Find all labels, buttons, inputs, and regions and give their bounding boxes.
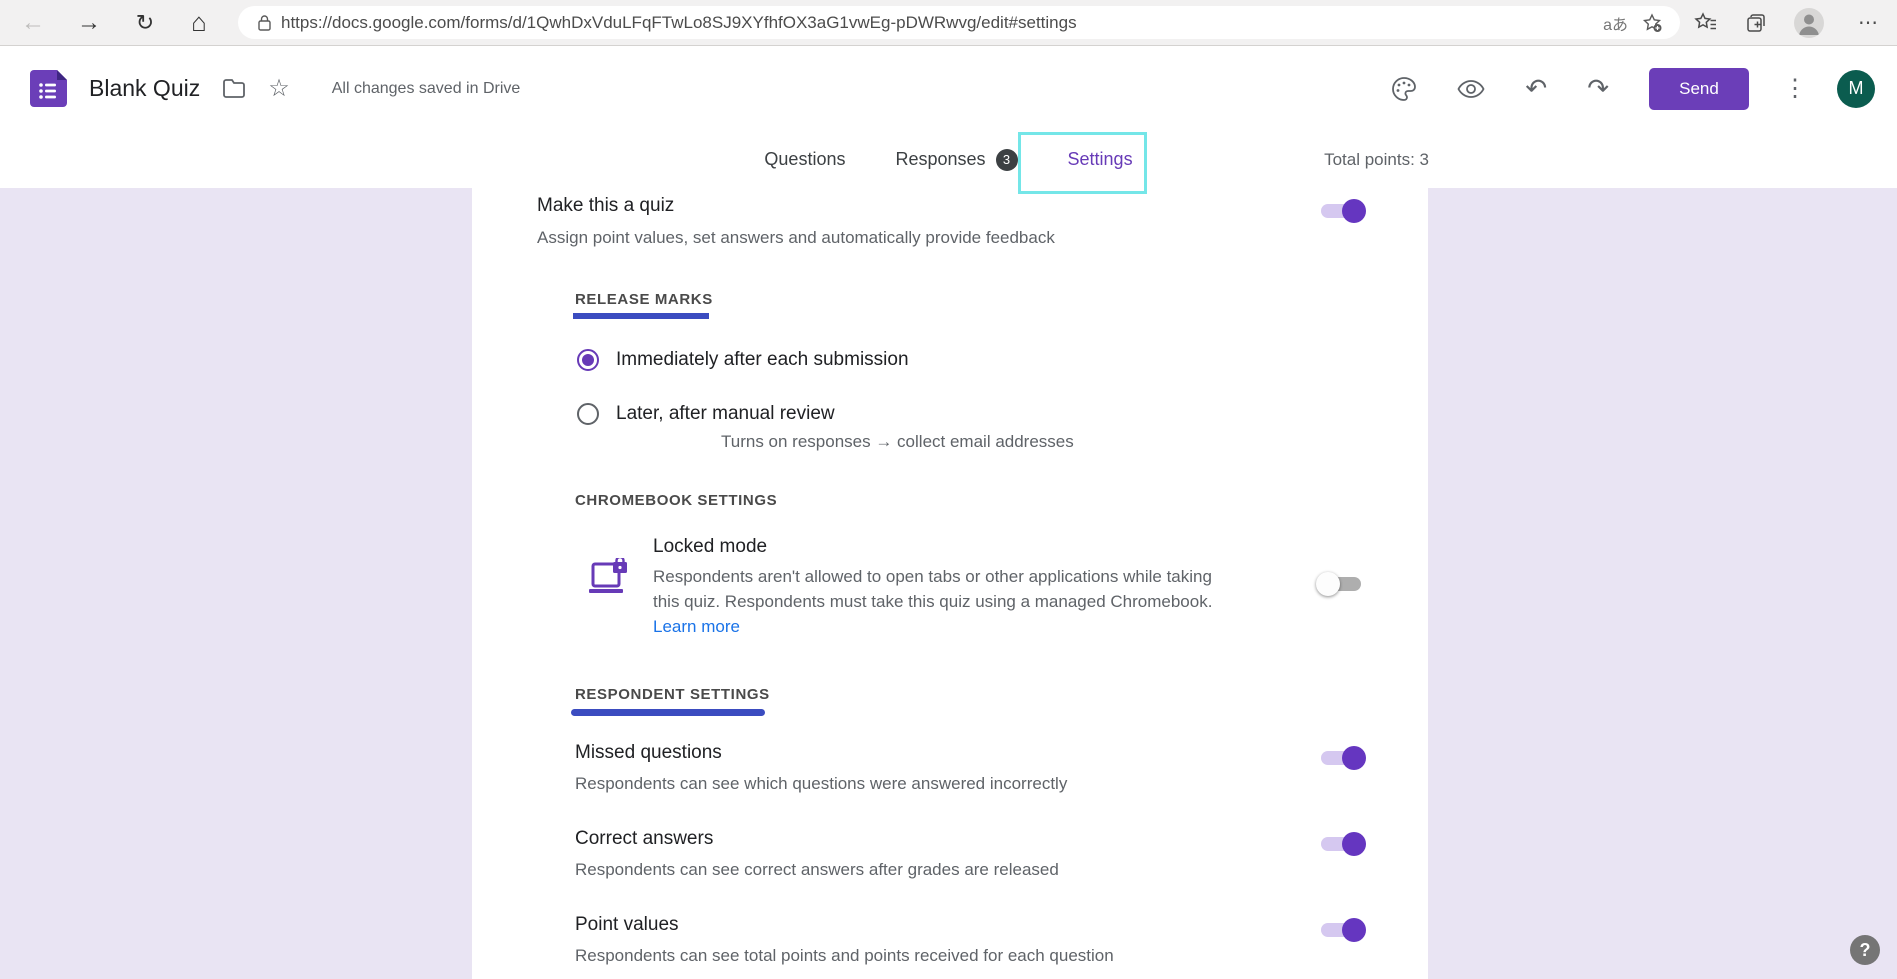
tab-settings[interactable]: Settings	[1062, 149, 1139, 170]
release-marks-underline-annotation	[573, 313, 709, 319]
missed-questions-title: Missed questions	[575, 742, 1067, 764]
release-marks-heading: RELEASE MARKS	[575, 291, 713, 308]
document-title[interactable]: Blank Quiz	[89, 75, 200, 102]
account-avatar[interactable]: M	[1837, 70, 1875, 108]
favorites-icon[interactable]	[1694, 12, 1718, 34]
toggle-knob	[1316, 572, 1340, 596]
add-favorite-icon[interactable]	[1642, 13, 1662, 33]
page: ← → ↻ ⌂ https://docs.google.com/forms/d/…	[0, 0, 1897, 979]
preview-eye-icon[interactable]	[1457, 79, 1485, 99]
radio-later[interactable]	[577, 403, 599, 425]
missed-questions-row: Missed questions Respondents can see whi…	[575, 742, 1364, 794]
browser-menu-icon[interactable]: ⋯	[1858, 10, 1879, 35]
chromebook-settings-heading: CHROMEBOOK SETTINGS	[575, 492, 1428, 509]
saved-status: All changes saved in Drive	[332, 80, 521, 98]
correct-answers-description: Respondents can see correct answers afte…	[575, 860, 1059, 880]
responses-count-badge: 3	[996, 149, 1018, 171]
respondent-settings-heading: RESPONDENT SETTINGS	[575, 686, 770, 703]
tab-settings-label: Settings	[1068, 149, 1133, 170]
release-marks-options: Immediately after each submission Later,…	[577, 349, 1428, 452]
star-icon[interactable]: ☆	[268, 74, 290, 103]
back-icon[interactable]: ←	[16, 6, 50, 40]
point-values-toggle[interactable]	[1318, 918, 1364, 942]
toggle-knob	[1342, 746, 1366, 770]
point-values-description: Respondents can see total points and poi…	[575, 946, 1114, 966]
toggle-knob	[1342, 199, 1366, 223]
refresh-icon[interactable]: ↻	[128, 6, 162, 40]
lock-icon	[258, 15, 271, 31]
help-button[interactable]: ?	[1850, 935, 1880, 965]
option-later-label: Later, after manual review	[616, 403, 835, 425]
browser-profile-avatar[interactable]	[1794, 8, 1824, 38]
toggle-knob	[1342, 918, 1366, 942]
option-later-subtext: Turns on responses → collect email addre…	[721, 432, 1428, 452]
option-immediately-label: Immediately after each submission	[616, 349, 909, 371]
missed-questions-description: Respondents can see which questions were…	[575, 774, 1067, 794]
locked-mode-description-text: Respondents aren't allowed to open tabs …	[653, 567, 1212, 611]
make-quiz-row: Make this a quiz Assign point values, se…	[472, 188, 1428, 248]
url-text[interactable]: https://docs.google.com/forms/d/1QwhDxVd…	[281, 13, 1589, 33]
tab-questions-label: Questions	[764, 149, 845, 170]
translate-icon[interactable]: aあ	[1603, 11, 1628, 35]
option-later[interactable]: Later, after manual review	[577, 403, 1428, 425]
make-quiz-title: Make this a quiz	[537, 195, 1055, 217]
locked-mode-description: Respondents aren't allowed to open tabs …	[653, 564, 1215, 639]
tab-questions[interactable]: Questions	[758, 149, 851, 170]
locked-mode-icon	[587, 558, 631, 639]
locked-mode-toggle[interactable]	[1318, 572, 1364, 596]
home-icon[interactable]: ⌂	[182, 6, 216, 40]
send-button[interactable]: Send	[1649, 68, 1749, 110]
respondent-settings-underline-annotation	[571, 709, 765, 716]
learn-more-link[interactable]: Learn more	[653, 617, 740, 636]
toggle-knob	[1342, 832, 1366, 856]
radio-immediately[interactable]	[577, 349, 599, 371]
option-immediately[interactable]: Immediately after each submission	[577, 349, 1428, 371]
collections-icon[interactable]	[1744, 11, 1768, 35]
settings-card: Make this a quiz Assign point values, se…	[472, 188, 1428, 979]
undo-icon[interactable]: ↶	[1525, 73, 1547, 104]
redo-icon[interactable]: ↷	[1587, 73, 1609, 104]
correct-answers-title: Correct answers	[575, 828, 1059, 850]
toolbar-right	[1694, 8, 1824, 38]
correct-answers-toggle[interactable]	[1318, 832, 1364, 856]
address-bar[interactable]: https://docs.google.com/forms/d/1QwhDxVd…	[238, 6, 1680, 39]
tab-bar: Questions Responses 3 Settings Total poi…	[0, 131, 1897, 188]
make-quiz-toggle[interactable]	[1318, 199, 1364, 223]
total-points: Total points: 3	[1324, 150, 1429, 170]
forms-logo-icon[interactable]	[30, 70, 67, 107]
settings-content: Make this a quiz Assign point values, se…	[0, 188, 1897, 979]
correct-answers-row: Correct answers Respondents can see corr…	[575, 828, 1364, 880]
move-folder-icon[interactable]	[222, 79, 246, 99]
theme-palette-icon[interactable]	[1391, 76, 1417, 102]
tab-responses[interactable]: Responses 3	[889, 149, 1023, 171]
locked-mode-row: Locked mode Respondents aren't allowed t…	[587, 536, 1364, 639]
forward-icon[interactable]: →	[72, 6, 106, 40]
tab-responses-label: Responses	[895, 149, 985, 170]
browser-toolbar: ← → ↻ ⌂ https://docs.google.com/forms/d/…	[0, 0, 1897, 46]
missed-questions-toggle[interactable]	[1318, 746, 1364, 770]
make-quiz-description: Assign point values, set answers and aut…	[537, 228, 1055, 248]
point-values-row: Point values Respondents can see total p…	[575, 914, 1364, 966]
locked-mode-title: Locked mode	[653, 536, 1215, 558]
point-values-title: Point values	[575, 914, 1114, 936]
more-options-icon[interactable]: ⋮	[1783, 74, 1807, 103]
forms-header: Blank Quiz ☆ All changes saved in Drive …	[0, 46, 1897, 131]
